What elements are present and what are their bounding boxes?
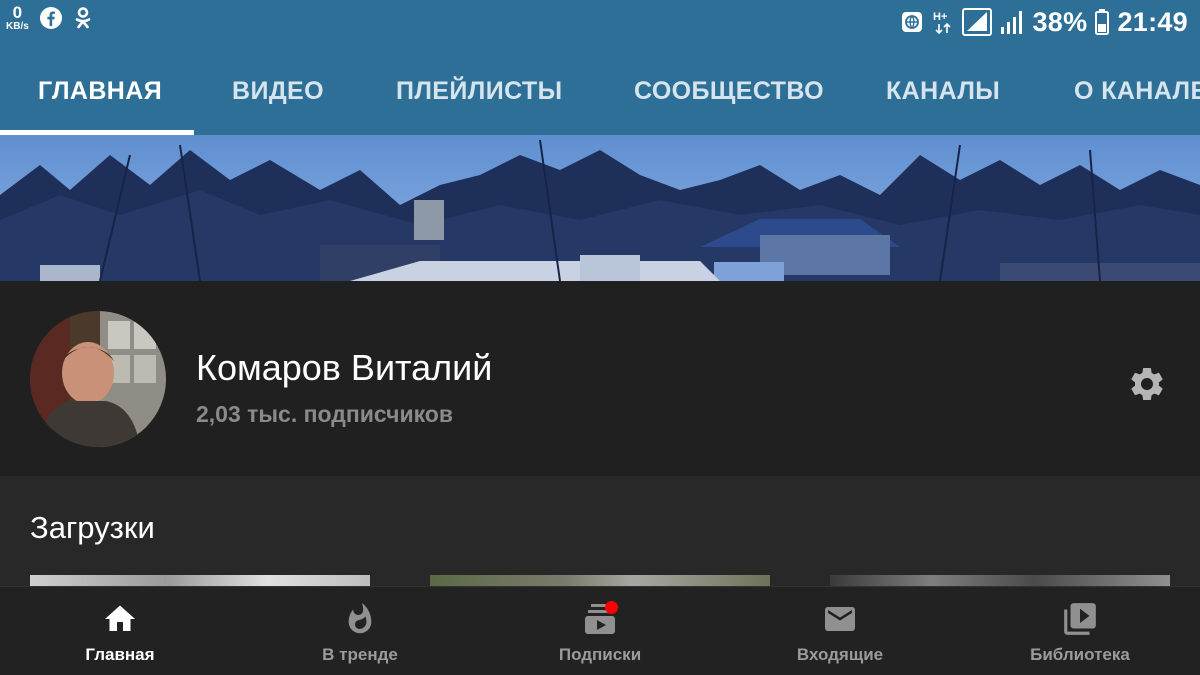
gear-icon: [1127, 364, 1167, 409]
video-thumbnail[interactable]: [30, 575, 370, 586]
network-type-icon: H+: [932, 9, 954, 35]
nav-library[interactable]: Библиотека: [960, 587, 1200, 675]
channel-banner: [0, 135, 1200, 281]
channel-tabs: ГЛАВНАЯ ВИДЕО ПЛЕЙЛИСТЫ СООБЩЕСТВО КАНАЛ…: [0, 44, 1200, 135]
subscriber-count: 2,03 тыс. подписчиков: [196, 401, 453, 427]
nav-inbox[interactable]: Входящие: [720, 587, 960, 675]
tab-home[interactable]: ГЛАВНАЯ: [38, 44, 162, 135]
nav-subscriptions[interactable]: Подписки: [480, 587, 720, 675]
trending-icon: [340, 599, 380, 639]
signal-icon: [962, 8, 993, 36]
data-saver-icon: [900, 10, 924, 34]
nav-label: Главная: [85, 645, 155, 664]
nav-label: Подписки: [558, 645, 642, 664]
status-bar: 0 KB/s H+ 38% 21:49: [0, 0, 1200, 44]
nav-trending[interactable]: В тренде: [240, 587, 480, 675]
tab-videos[interactable]: ВИДЕО: [232, 44, 324, 135]
facebook-icon: [39, 6, 63, 30]
nav-label: Библиотека: [1030, 645, 1130, 664]
network-speed-value: 0: [12, 3, 23, 22]
video-thumbnail[interactable]: [430, 575, 770, 586]
signal-icon: [1000, 9, 1024, 35]
uploads-section: Загрузки: [0, 476, 1200, 586]
odnoklassniki-icon: [73, 6, 93, 30]
clock: 21:49: [1117, 6, 1188, 37]
channel-header: Комаров Виталий 2,03 тыс. подписчиков: [0, 281, 1200, 476]
battery-percent: 38%: [1032, 6, 1088, 37]
tab-community[interactable]: СООБЩЕСТВО: [634, 44, 824, 135]
network-speed: 0 KB/s: [6, 4, 29, 32]
status-bar-right: H+ 38% 21:49: [900, 0, 1188, 44]
status-bar-left: 0 KB/s: [6, 4, 93, 32]
channel-name: Комаров Виталий: [196, 347, 493, 388]
subscriptions-icon: [580, 599, 620, 639]
avatar[interactable]: [30, 311, 166, 447]
tab-playlists[interactable]: ПЛЕЙЛИСТЫ: [396, 44, 562, 135]
notification-badge: [605, 601, 618, 614]
bottom-navigation: Главная В тренде Подписки Входящие Библи…: [0, 586, 1200, 675]
inbox-icon: [820, 599, 860, 639]
svg-text:H+: H+: [933, 11, 947, 23]
library-icon: [1060, 599, 1100, 639]
network-speed-unit: KB/s: [6, 21, 29, 32]
home-icon: [100, 599, 140, 639]
tab-about[interactable]: О КАНАЛЕ: [1074, 44, 1200, 135]
video-thumbnail[interactable]: [830, 575, 1170, 586]
battery-icon: [1095, 9, 1110, 35]
settings-button[interactable]: [1126, 365, 1168, 407]
nav-label: Входящие: [796, 645, 884, 664]
nav-label: В тренде: [322, 645, 398, 664]
nav-home[interactable]: Главная: [0, 587, 240, 675]
section-title: Загрузки: [30, 510, 155, 545]
tab-channels[interactable]: КАНАЛЫ: [886, 44, 1000, 135]
